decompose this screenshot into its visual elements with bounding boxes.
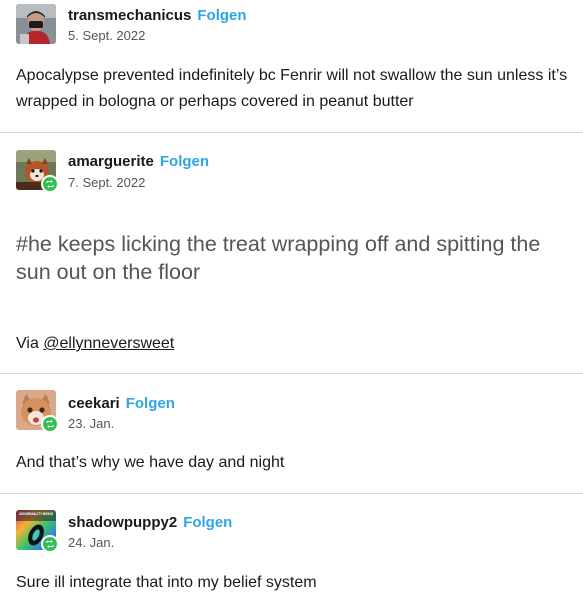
follow-button[interactable]: Folgen bbox=[197, 7, 246, 24]
follow-button[interactable]: Folgen bbox=[183, 514, 232, 531]
via-line: Via @ellynneversweet bbox=[16, 335, 174, 353]
via-prefix: Via bbox=[16, 335, 44, 352]
post-date[interactable]: 23. Jan. bbox=[68, 416, 114, 431]
post-date[interactable]: 7. Sept. 2022 bbox=[68, 175, 145, 190]
follow-button[interactable]: Folgen bbox=[126, 395, 175, 412]
post-header: shadowpuppy2 Folgen bbox=[68, 514, 232, 531]
avatar[interactable]: ASNORMALITY BEING bbox=[16, 510, 59, 553]
username[interactable]: transmechanicus bbox=[68, 7, 191, 24]
post-header: transmechanicus Folgen bbox=[68, 7, 247, 24]
divider bbox=[0, 132, 583, 133]
post-text: Sure ill integrate that into my belief s… bbox=[16, 574, 317, 591]
avatar[interactable] bbox=[16, 4, 56, 44]
divider bbox=[0, 493, 583, 494]
post-tags[interactable]: #he keeps licking the treat wrapping off… bbox=[16, 230, 576, 286]
post-header: ceekari Folgen bbox=[68, 395, 175, 412]
avatar[interactable] bbox=[16, 150, 59, 193]
reblog-icon bbox=[41, 175, 59, 193]
post-header: amarguerite Folgen bbox=[68, 153, 209, 170]
user-avatar-icon bbox=[16, 4, 56, 44]
divider bbox=[0, 373, 583, 374]
post-text: And that’s why we have day and night bbox=[16, 454, 285, 471]
avatar[interactable] bbox=[16, 390, 59, 433]
username[interactable]: shadowpuppy2 bbox=[68, 514, 177, 531]
reblog-icon bbox=[41, 535, 59, 553]
username[interactable]: amarguerite bbox=[68, 153, 154, 170]
reblog-icon bbox=[41, 415, 59, 433]
post-date[interactable]: 5. Sept. 2022 bbox=[68, 28, 145, 43]
post-date[interactable]: 24. Jan. bbox=[68, 535, 114, 550]
post-text: Apocalypse prevented indefinitely bc Fen… bbox=[16, 67, 568, 110]
mention-link[interactable]: @ellynneversweet bbox=[43, 335, 174, 352]
follow-button[interactable]: Folgen bbox=[160, 153, 209, 170]
username[interactable]: ceekari bbox=[68, 395, 120, 412]
avatar-caption: ASNORMALITY BEING bbox=[19, 512, 54, 516]
